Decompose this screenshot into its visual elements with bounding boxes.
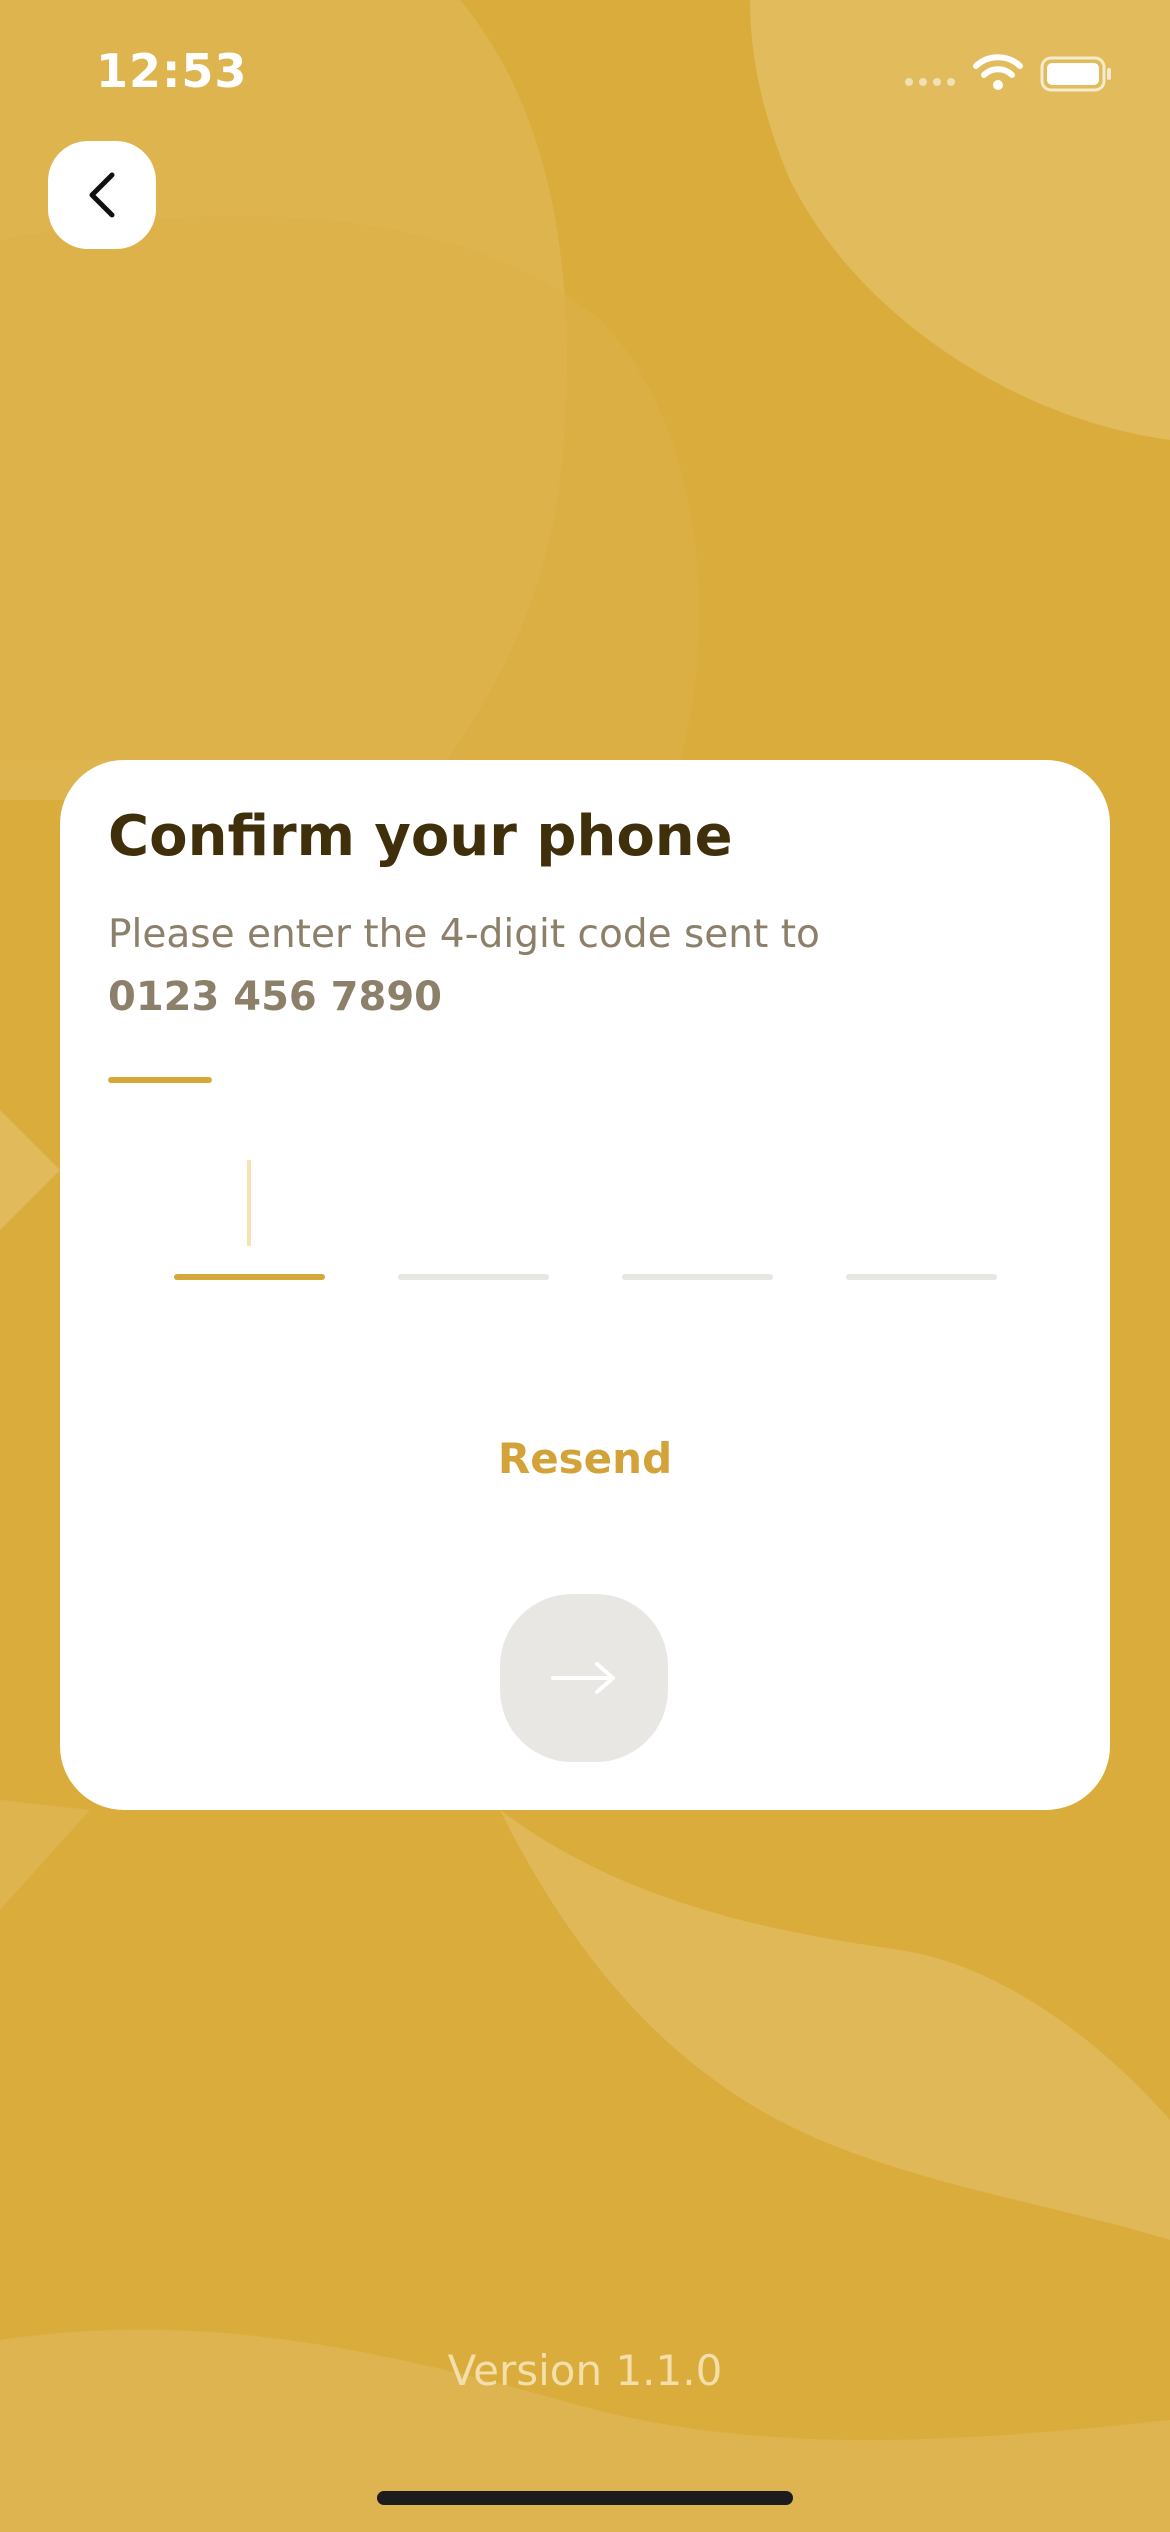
status-bar: 12:53 [0, 0, 1170, 140]
home-indicator[interactable] [377, 2491, 793, 2505]
code-digit-input-2[interactable] [398, 1160, 549, 1280]
code-slot-underline [846, 1274, 997, 1280]
app-version: Version 1.1.0 [447, 2346, 723, 2395]
phone-number: 0123 456 7890 [108, 974, 443, 1020]
code-digit-input-4[interactable] [846, 1160, 997, 1280]
instruction-text: Please enter the 4-digit code sent to [108, 912, 820, 957]
resend-link[interactable]: Resend [60, 1434, 1110, 1483]
code-digit-input-3[interactable] [622, 1160, 773, 1280]
code-slot-underline [398, 1274, 549, 1280]
back-button[interactable] [48, 141, 156, 249]
next-button[interactable] [500, 1594, 668, 1762]
battery-icon [1040, 56, 1111, 92]
chevron-left-icon [89, 172, 115, 218]
page-title: Confirm your phone [108, 804, 733, 869]
accent-divider [108, 1077, 212, 1083]
wifi-icon [973, 54, 1023, 90]
arrow-right-icon [551, 1662, 615, 1694]
cellular-signal-icon [905, 78, 955, 86]
code-slot-underline [174, 1274, 325, 1280]
status-time: 12:53 [96, 44, 248, 98]
confirm-phone-card: Confirm your phone Please enter the 4-di… [60, 760, 1110, 1810]
text-cursor [247, 1160, 251, 1246]
code-slot-underline [622, 1274, 773, 1280]
